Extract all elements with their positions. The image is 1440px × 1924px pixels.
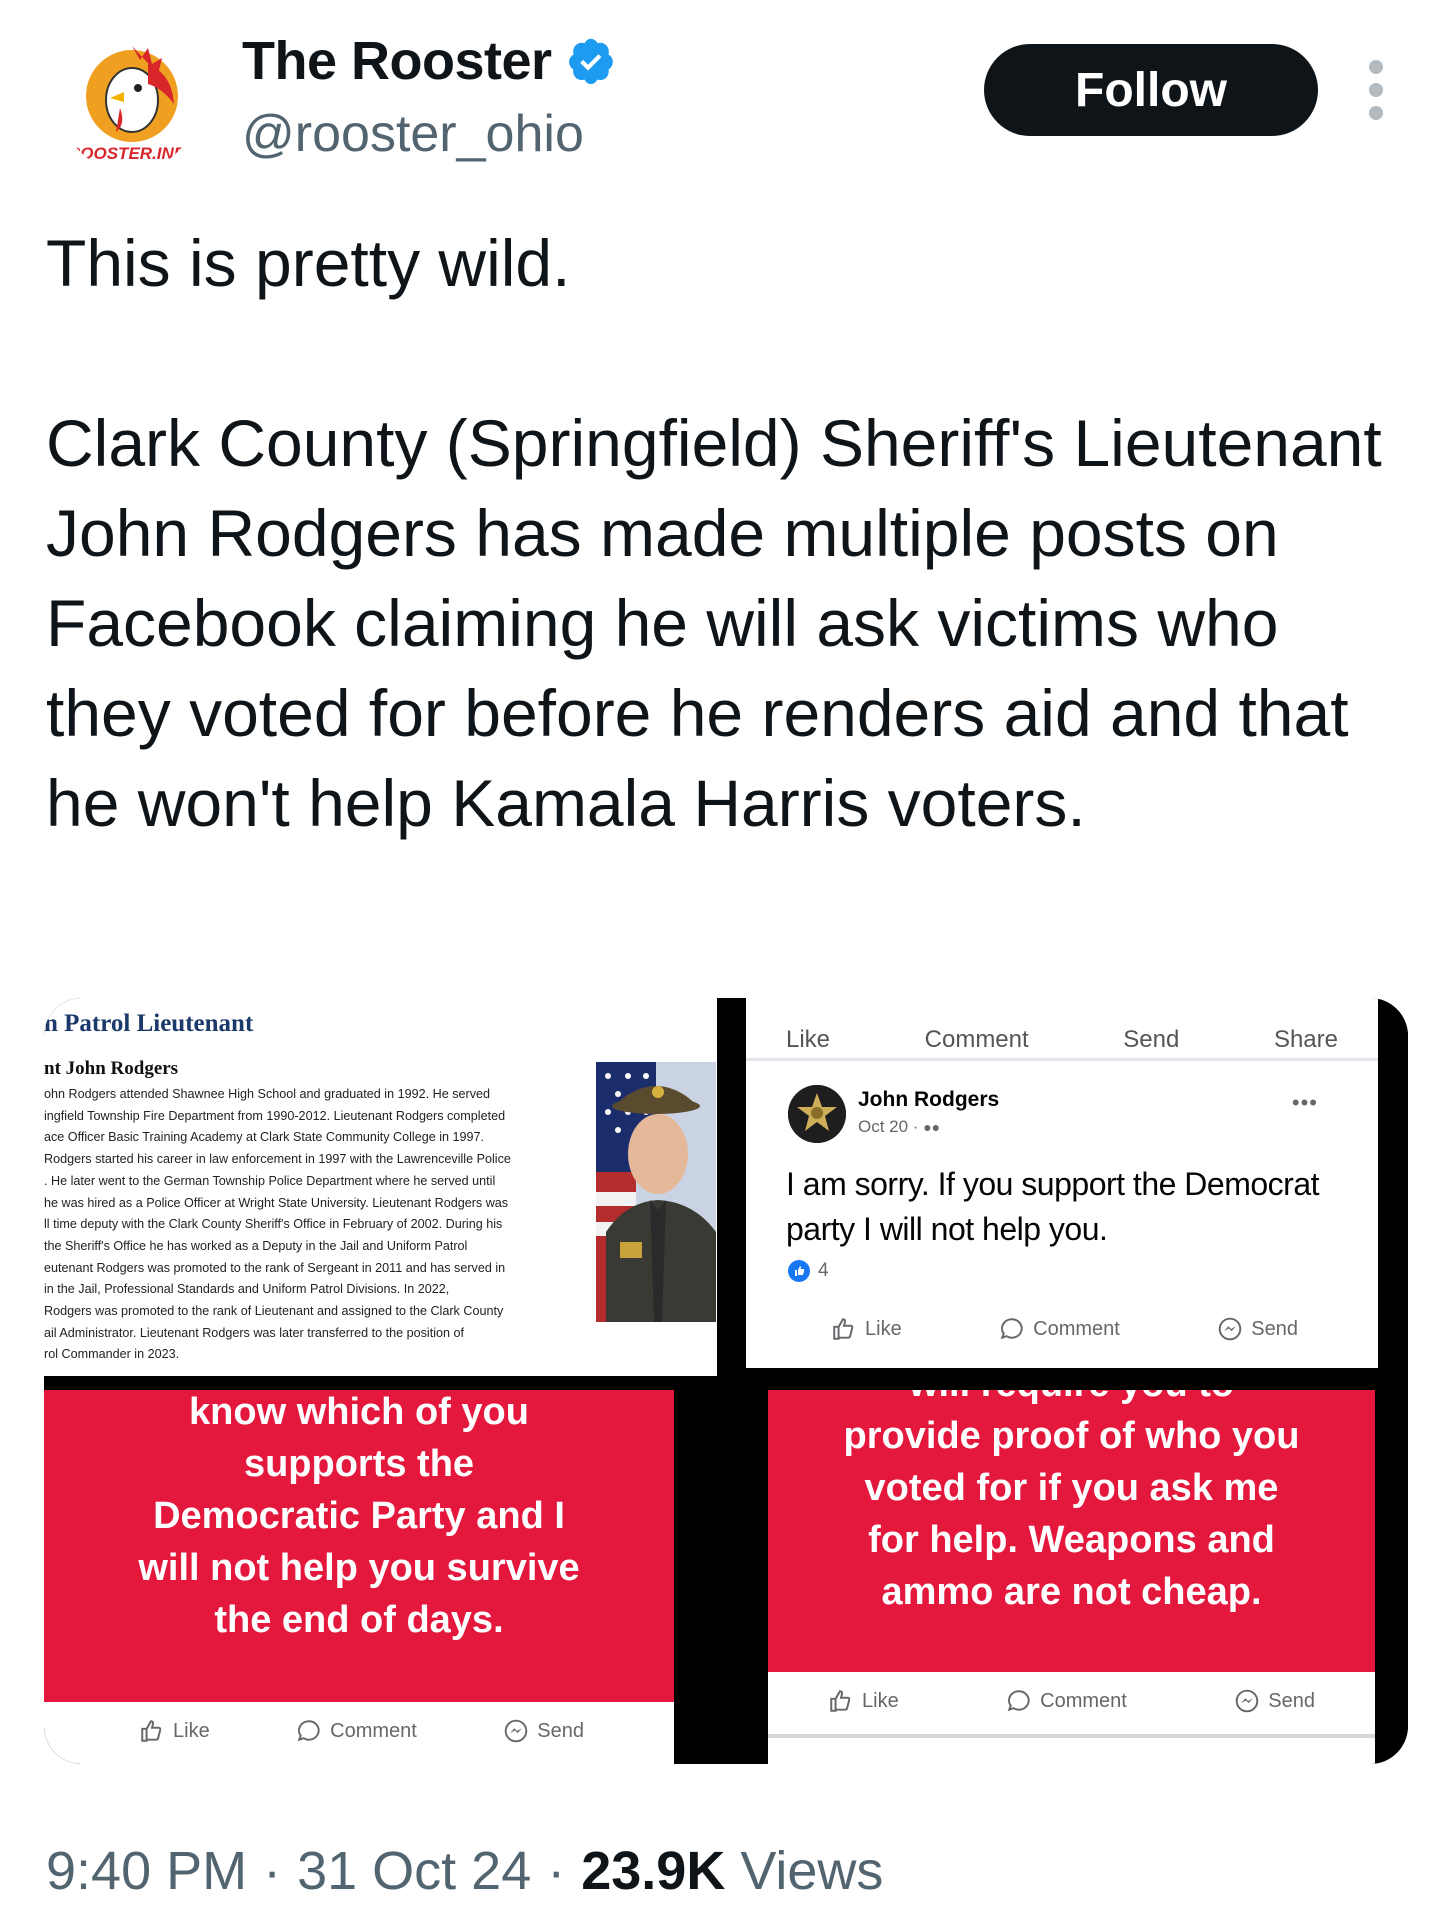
red-post-2-line: provide proof of who you: [843, 1415, 1300, 1457]
fb-send-action: Send: [503, 1718, 584, 1744]
fb-send-action: Send: [1234, 1688, 1315, 1714]
fb-post-card: Like Comment Send Share John Rodgers Oct…: [746, 998, 1378, 1368]
tweet-text: This is pretty wild. Clark County (Sprin…: [46, 218, 1406, 848]
fb-cut-send: Send: [1123, 1026, 1180, 1053]
fb-comment-action: Comment: [1006, 1688, 1127, 1714]
fb-like-action: Like: [831, 1316, 902, 1342]
avatar-logo-text: ROOSTER.INFO: [68, 144, 198, 163]
fb-post-date-text: Oct 20 ·: [858, 1117, 924, 1136]
tweet-body: Clark County (Springfield) Sheriff's Lie…: [46, 406, 1382, 840]
fb-author-name: John Rodgers: [858, 1088, 1000, 1111]
tweet-time[interactable]: 9:40 PM: [46, 1840, 247, 1902]
fb-cut-like: Like: [786, 1026, 831, 1053]
comment-bubble-icon: [1007, 1690, 1030, 1712]
thumbs-up-icon: [830, 1690, 851, 1712]
fb-cut-share: Share: [1273, 1026, 1338, 1053]
red-post-2-line: voted for if you ask me: [864, 1467, 1279, 1509]
messenger-icon: [1219, 1317, 1242, 1341]
profile-avatar[interactable]: ROOSTER.INFO: [60, 34, 198, 172]
red-post-2-next-strip: [768, 1738, 1375, 1764]
thumbs-up-icon: [833, 1318, 854, 1340]
fb-action-bar: Like Comment Send: [831, 1316, 1298, 1342]
fb-comment-action: Comment: [296, 1718, 417, 1744]
tweet-line-1: This is pretty wild.: [46, 226, 571, 300]
red-post-1-background: know which of you supports the Democrati…: [44, 1390, 674, 1702]
thumbs-up-icon: [141, 1720, 162, 1742]
meta-separator: ·: [263, 1841, 282, 1901]
fb-comment-label: Comment: [1033, 1317, 1120, 1340]
bio-name: nt John Rodgers: [44, 1058, 179, 1079]
messenger-icon: [1236, 1689, 1259, 1713]
bio-title: n Patrol Lieutenant: [44, 1010, 254, 1037]
fb-comment-label: Comment: [330, 1719, 417, 1742]
fb-reaction-count: 4: [818, 1260, 829, 1281]
fb-comment-action: Comment: [999, 1316, 1120, 1342]
red-post-1-line: the end of days.: [214, 1599, 504, 1641]
meta-separator: ·: [547, 1841, 566, 1901]
fb-send-label: Send: [537, 1719, 584, 1742]
fb-author-avatar: [788, 1085, 846, 1143]
friends-audience-icon: ●●: [923, 1119, 941, 1135]
comment-bubble-icon: [1000, 1318, 1023, 1340]
red-post-2-line: for help. Weapons and: [868, 1519, 1275, 1561]
red-post-1-action-bar: Like Comment Send: [44, 1702, 674, 1764]
display-name-row: The Rooster: [242, 30, 616, 92]
red-post-1-line: will not help you survive: [138, 1547, 580, 1589]
follow-button[interactable]: Follow: [984, 44, 1318, 136]
fb-like-label: Like: [865, 1317, 902, 1340]
fb-like-label: Like: [862, 1689, 899, 1712]
messenger-icon: [505, 1719, 528, 1743]
account-handle[interactable]: @rooster_ohio: [242, 104, 584, 164]
media-grid[interactable]: n Patrol Lieutenant nt John Rodgers ohn …: [44, 998, 1408, 1764]
like-reaction-icon: [788, 1260, 810, 1282]
red-post-1-text: know which of you supports the Democrati…: [44, 1390, 674, 1646]
more-options-icon[interactable]: [1364, 60, 1388, 120]
fb-post-date: Oct 20 · ●●: [858, 1117, 940, 1137]
red-post-2-background: will require you to provide proof of who…: [768, 1390, 1375, 1672]
red-post-2-action-bar: Like Comment Send: [768, 1672, 1375, 1738]
bio-text: ohn Rodgers attended Shawnee High School…: [44, 1087, 511, 1362]
fb-comment-label: Comment: [1040, 1689, 1127, 1712]
sheriff-star-icon: [788, 1085, 846, 1143]
red-post-1-line: know which of you: [189, 1391, 529, 1433]
media-image-fb-post[interactable]: Like Comment Send Share John Rodgers Oct…: [735, 998, 1408, 1376]
fb-send-label: Send: [1251, 1317, 1298, 1340]
red-post-1-line: supports the: [243, 1443, 475, 1485]
fb-more-icon: •••: [1291, 1090, 1318, 1115]
tweet-date[interactable]: 31 Oct 24: [297, 1840, 531, 1902]
fb-reactions: 4: [788, 1260, 829, 1282]
views-label: Views: [740, 1841, 884, 1901]
fb-cut-comment: Comment: [924, 1026, 1029, 1053]
red-post-2-line: ammo are not cheap.: [881, 1571, 1262, 1613]
officer-photo-icon: [596, 1062, 716, 1322]
red-post-2-line: will require you to: [768, 1390, 1375, 1410]
media-image-red-post-1[interactable]: know which of you supports the Democrati…: [44, 1390, 717, 1764]
comment-bubble-icon: [297, 1720, 320, 1742]
red-post-1-line: Democratic Party and I: [153, 1495, 565, 1537]
fb-post-text: I am sorry. If you support the Democrat …: [786, 1166, 1320, 1247]
media-image-red-post-2[interactable]: will require you to provide proof of who…: [735, 1390, 1408, 1764]
fb-send-action: Send: [1217, 1316, 1298, 1342]
media-image-bio[interactable]: n Patrol Lieutenant nt John Rodgers ohn …: [44, 998, 717, 1376]
tweet-meta: 9:40 PM · 31 Oct 24 · 23.9K Views: [46, 1840, 883, 1902]
fb-send-label: Send: [1268, 1689, 1315, 1712]
verified-badge-icon: [568, 38, 613, 85]
fb-cut-action-bar: Like Comment Send Share: [746, 998, 1378, 1061]
fb-like-action: Like: [139, 1718, 210, 1744]
fb-like-label: Like: [173, 1719, 210, 1742]
display-name[interactable]: The Rooster: [242, 30, 552, 92]
views-count[interactable]: 23.9K: [581, 1841, 725, 1901]
fb-like-action: Like: [828, 1688, 899, 1714]
red-post-2-text: will require you to provide proof of who…: [768, 1390, 1375, 1618]
